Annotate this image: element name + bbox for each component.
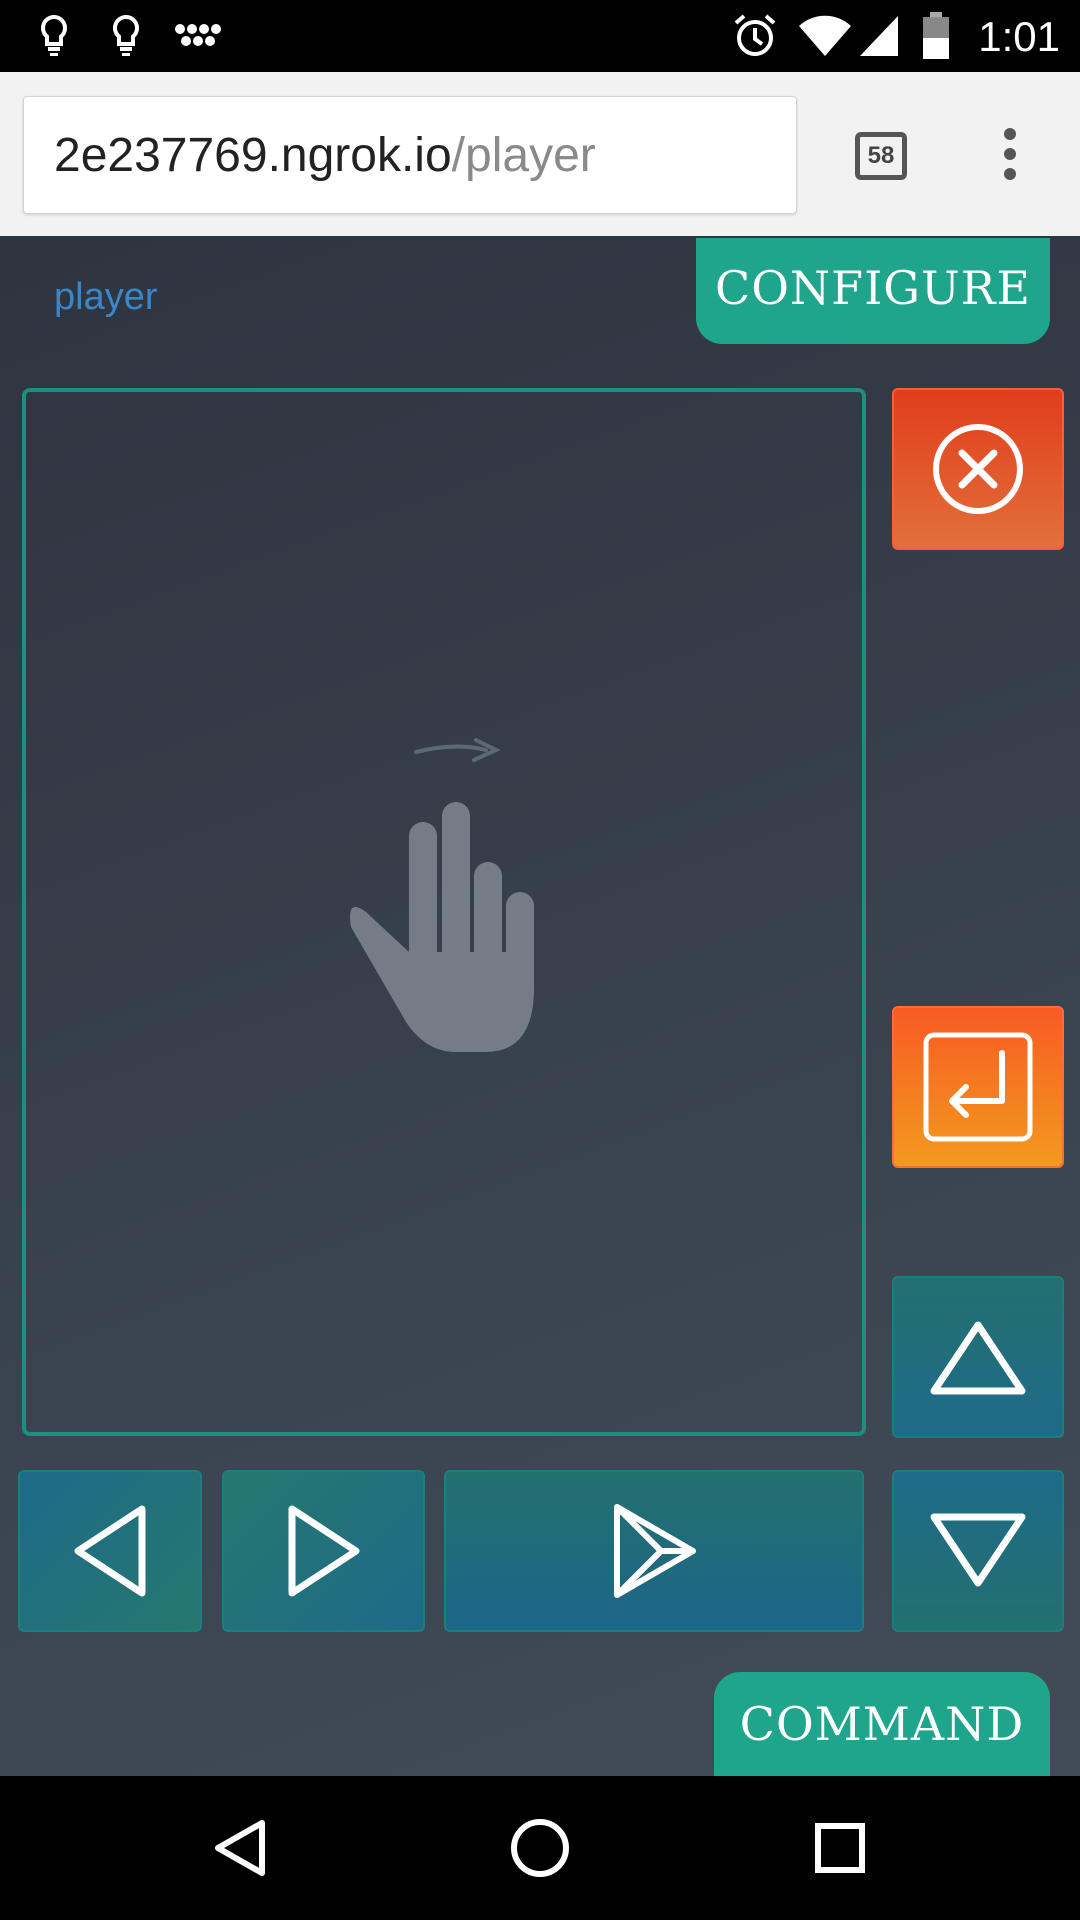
configure-button[interactable]: CONFIGURE xyxy=(696,238,1050,344)
close-circle-icon xyxy=(933,424,1023,514)
url-bar[interactable]: 2e237769.ngrok.io/player xyxy=(23,96,797,214)
command-button[interactable]: COMMAND xyxy=(714,1672,1050,1776)
lightbulb-icon xyxy=(34,0,74,72)
lightbulb-icon xyxy=(106,0,146,72)
close-button[interactable] xyxy=(892,388,1064,550)
triangle-left-icon xyxy=(74,1505,146,1597)
enter-button[interactable] xyxy=(892,1006,1064,1168)
home-icon[interactable] xyxy=(480,1776,600,1920)
recents-icon[interactable] xyxy=(780,1776,900,1920)
play-icon xyxy=(614,1504,696,1598)
player-link[interactable]: player xyxy=(54,276,158,319)
signal-icon xyxy=(856,0,902,72)
player-page: player CONFIGURE COMMAND xyxy=(0,238,1080,1776)
nav-bar xyxy=(0,1776,1080,1920)
status-bar: 1:01 xyxy=(0,0,1080,72)
down-button[interactable] xyxy=(892,1470,1064,1632)
alarm-icon xyxy=(730,0,780,72)
triangle-up-icon xyxy=(930,1321,1026,1395)
url-host: 2e237769.ngrok.io xyxy=(54,129,452,182)
browser-toolbar: 2e237769.ngrok.io/player 58 xyxy=(0,72,1080,310)
touchpad-area[interactable] xyxy=(22,388,866,1436)
triangle-down-icon xyxy=(930,1513,1026,1587)
more-vert-icon[interactable] xyxy=(990,128,1030,188)
enter-icon xyxy=(923,1032,1033,1142)
play-button[interactable] xyxy=(444,1470,864,1632)
tab-switcher-button[interactable]: 58 xyxy=(855,132,907,180)
back-icon[interactable] xyxy=(180,1776,300,1920)
clock: 1:01 xyxy=(978,13,1060,60)
grid-dots-icon xyxy=(172,0,224,72)
left-button[interactable] xyxy=(18,1470,202,1632)
up-button[interactable] xyxy=(892,1276,1064,1438)
url-path: /player xyxy=(451,129,596,182)
right-button[interactable] xyxy=(222,1470,425,1632)
wifi-icon xyxy=(796,0,854,72)
two-finger-swipe-icon xyxy=(350,738,535,1052)
battery-icon xyxy=(918,0,954,72)
triangle-right-icon xyxy=(288,1505,359,1597)
